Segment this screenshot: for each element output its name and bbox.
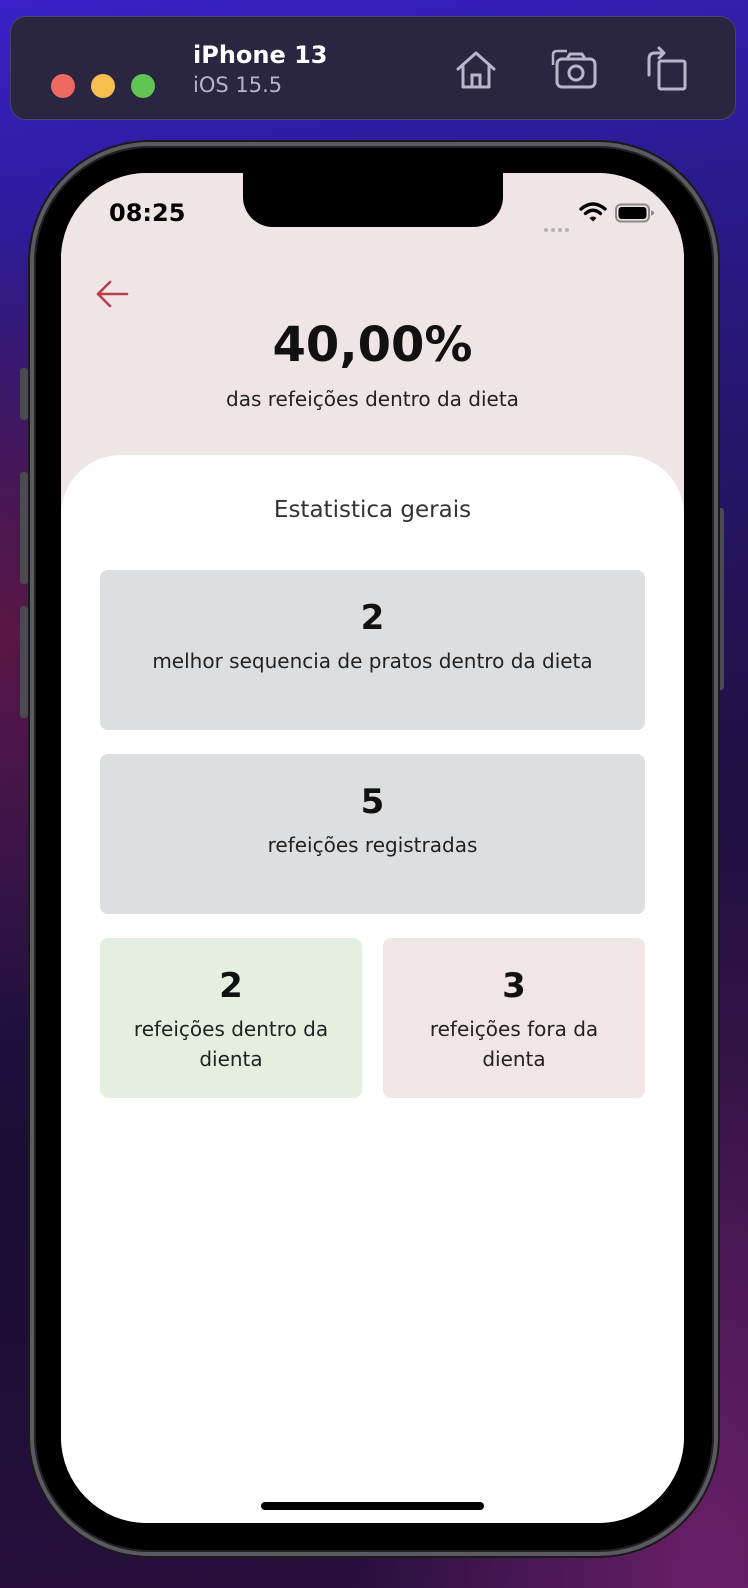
inside-diet-value: 2 (219, 966, 243, 1006)
close-window-button[interactable] (51, 74, 75, 98)
stats-title: Estatistica gerais (273, 497, 472, 523)
cellular-signal-icon (544, 217, 572, 236)
inside-diet-label: refeições dentro da dienta (133, 1017, 329, 1071)
status-time: 08:25 (109, 199, 186, 227)
registered-meals-card: 5 refeições registradas (100, 754, 645, 914)
wifi-icon (579, 202, 607, 222)
volume-up-button (20, 472, 28, 584)
app-screen: 08:25 40,00% das refeições dentro da die… (61, 173, 684, 1523)
outside-diet-card: 3 refeições fora da dienta (383, 938, 645, 1098)
simulator-device-name: iPhone 13 (193, 41, 328, 69)
simulator-os-version: iOS 15.5 (193, 73, 283, 97)
notch (243, 173, 503, 227)
home-icon[interactable] (451, 45, 501, 95)
volume-down-button (20, 606, 28, 718)
screenshot-icon[interactable] (549, 45, 599, 95)
best-sequence-label: melhor sequencia de pratos dentro da die… (152, 649, 593, 673)
rotate-icon[interactable] (639, 45, 689, 95)
registered-meals-value: 5 (360, 782, 385, 822)
simulator-toolbar: iPhone 13 iOS 15.5 (10, 16, 736, 120)
home-indicator[interactable] (261, 1502, 484, 1510)
battery-icon (615, 203, 654, 223)
outside-diet-value: 3 (502, 966, 526, 1006)
zoom-window-button[interactable] (131, 74, 155, 98)
outside-diet-label: refeições fora da dienta (429, 1017, 599, 1071)
best-sequence-card: 2 melhor sequencia de pratos dentro da d… (100, 570, 645, 730)
best-sequence-value: 2 (360, 598, 385, 638)
diet-percentage-label: das refeições dentro da dieta (226, 387, 519, 411)
diet-percentage: 40,00% (272, 317, 473, 373)
silent-switch (20, 368, 28, 420)
minimize-window-button[interactable] (91, 74, 115, 98)
inside-diet-card: 2 refeições dentro da dienta (100, 938, 362, 1098)
registered-meals-label: refeições registradas (267, 833, 478, 857)
stats-panel: Estatistica gerais 2 melhor sequencia de… (61, 455, 684, 1523)
back-button[interactable] (95, 279, 129, 309)
